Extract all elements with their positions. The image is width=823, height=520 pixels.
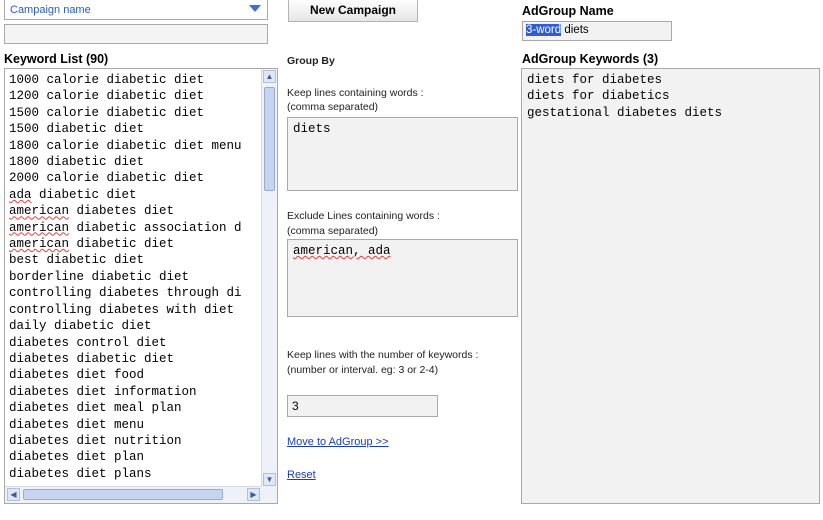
keyword-list-item[interactable]: american diabetic diet [9, 236, 261, 252]
keep-words-textarea[interactable]: diets [287, 117, 518, 191]
keyword-text: 1500 calorie diabetic diet [9, 105, 205, 120]
keyword-list-item[interactable]: diabetes diet plan [9, 449, 261, 465]
keyword-text: 1000 calorie diabetic diet [9, 73, 205, 87]
exclude-words-label: Exclude Lines containing words : [287, 210, 440, 222]
keyword-list-item[interactable]: controlling diabetes through di [9, 285, 261, 301]
keyword-text: american diabetic association d [9, 220, 242, 235]
scrollbar-corner [261, 486, 277, 503]
vertical-scrollbar[interactable]: ▲ ▼ [261, 69, 277, 487]
keyword-text: diabetes control diet [9, 335, 167, 350]
keyword-list[interactable]: 1000 calorie diabetic diet 1200 calorie d… [9, 72, 261, 482]
keyword-list-item[interactable]: american diabetes diet [9, 203, 261, 219]
vertical-scroll-thumb[interactable] [264, 87, 275, 191]
exclude-words-hint: (comma separated) [287, 225, 379, 237]
keyword-text: controlling diabetes with diet [9, 302, 235, 317]
keyword-list-item[interactable]: 1500 calorie diabetic diet [9, 105, 261, 121]
keyword-text: 1800 diabetic diet [9, 155, 145, 170]
keyword-list-item[interactable]: controlling diabetes with diet [9, 302, 261, 318]
scroll-left-icon[interactable]: ◀ [7, 488, 20, 501]
group-by-title: Group By [287, 55, 335, 67]
keyword-list-item[interactable]: diabetes control diet [9, 335, 261, 351]
adgroup-keyword-item[interactable]: diets for diabetes [527, 72, 814, 88]
keyword-list-title: Keyword List (90) [4, 52, 109, 66]
adgroup-name-title: AdGroup Name [522, 4, 614, 18]
adgroup-name-input[interactable]: 3-word diets [522, 21, 672, 41]
keyword-text: daily diabetic diet [9, 319, 152, 334]
keyword-list-item[interactable]: diabetes diet meal plan [9, 400, 261, 416]
keyword-count-input[interactable]: 3 [287, 395, 438, 417]
adgroup-keyword-item[interactable]: gestational diabetes diets [527, 105, 814, 121]
horizontal-scrollbar[interactable]: ◀ ▶ [5, 486, 262, 503]
new-campaign-button[interactable]: New Campaign [288, 0, 418, 22]
adgroup-name-selection: 3-word [526, 24, 562, 36]
exclude-words-textarea[interactable]: american, ada [287, 239, 518, 317]
keyword-list-item[interactable]: ada diabetic diet [9, 187, 261, 203]
keep-words-label: Keep lines containing words : [287, 87, 424, 99]
keyword-text: american diabetes diet [9, 204, 175, 219]
keyword-list-item[interactable]: best diabetic diet [9, 252, 261, 268]
keyword-list-item[interactable]: 1800 diabetic diet [9, 154, 261, 170]
keyword-text: diabetes diet menu [9, 417, 145, 432]
keyword-text: borderline diabetic diet [9, 269, 190, 284]
keyword-list-item[interactable]: borderline diabetic diet [9, 269, 261, 285]
keyword-list-item[interactable]: diabetes diet information [9, 384, 261, 400]
keyword-list-item[interactable]: daily diabetic diet [9, 318, 261, 334]
scroll-down-icon[interactable]: ▼ [263, 473, 276, 486]
keyword-text: 1500 diabetic diet [9, 122, 145, 137]
keyword-list-item[interactable]: 1200 calorie diabetic diet [9, 88, 261, 104]
keyword-list-box[interactable]: 1000 calorie diabetic diet 1200 calorie d… [4, 68, 278, 504]
keyword-text: american diabetic diet [9, 237, 175, 252]
keyword-text: best diabetic diet [9, 253, 145, 268]
keyword-text: 1200 calorie diabetic diet [9, 89, 205, 104]
keyword-text: diabetes diet plans [9, 466, 152, 481]
keyword-list-item[interactable]: diabetes diet nutrition [9, 433, 261, 449]
adgroup-keywords-title: AdGroup Keywords (3) [522, 52, 659, 66]
keyword-text: controlling diabetes through di [9, 286, 242, 301]
scroll-up-icon[interactable]: ▲ [263, 70, 276, 83]
adgroup-keyword-item[interactable]: diets for diabetics [527, 88, 814, 104]
keyword-text: diabetes diet meal plan [9, 401, 182, 416]
keyword-text: diabetes diet nutrition [9, 433, 182, 448]
keyword-text: diabetes diet information [9, 384, 197, 399]
keyword-list-item[interactable]: diabetes diet plans [9, 466, 261, 482]
keyword-list-item[interactable]: diabetes diet menu [9, 417, 261, 433]
keyword-text: diabetes diet plan [9, 450, 145, 465]
keyword-list-item[interactable]: 2000 calorie diabetic diet [9, 170, 261, 186]
adgroup-name-rest: diets [561, 24, 589, 36]
keyword-list-item[interactable]: 1000 calorie diabetic diet [9, 72, 261, 88]
keyword-list-item[interactable]: diabetes diet food [9, 367, 261, 383]
keep-words-hint: (comma separated) [287, 101, 379, 113]
keyword-list-item[interactable]: 1800 calorie diabetic diet menu [9, 138, 261, 154]
keyword-text: ada diabetic diet [9, 187, 137, 202]
scroll-right-icon[interactable]: ▶ [247, 488, 260, 501]
campaign-name-input[interactable] [4, 24, 268, 44]
horizontal-scroll-thumb[interactable] [23, 489, 223, 500]
keyword-text: diabetes diet food [9, 368, 145, 383]
keyword-text: diabetes diabetic diet [9, 351, 175, 366]
keyword-text: 2000 calorie diabetic diet [9, 171, 205, 186]
move-to-adgroup-link[interactable]: Move to AdGroup >> [287, 436, 389, 448]
keyword-count-hint: (number or interval. eg: 3 or 2-4) [287, 364, 439, 376]
reset-link[interactable]: Reset [287, 469, 316, 481]
keyword-text: 1800 calorie diabetic diet menu [9, 138, 242, 153]
exclude-words-value: american, ada [293, 244, 391, 258]
keyword-list-item[interactable]: diabetes diabetic diet [9, 351, 261, 367]
adgroup-keywords-box[interactable]: diets for diabetes diets for diabetics ges… [521, 68, 820, 504]
keyword-list-item[interactable]: american diabetic association d [9, 220, 261, 236]
chevron-down-icon[interactable] [249, 5, 261, 12]
keyword-count-label: Keep lines with the number of keywords : [287, 349, 479, 361]
keyword-list-item[interactable]: 1500 diabetic diet [9, 121, 261, 137]
campaign-select-label: Campaign name [10, 4, 91, 16]
campaign-select[interactable]: Campaign name [4, 0, 268, 20]
